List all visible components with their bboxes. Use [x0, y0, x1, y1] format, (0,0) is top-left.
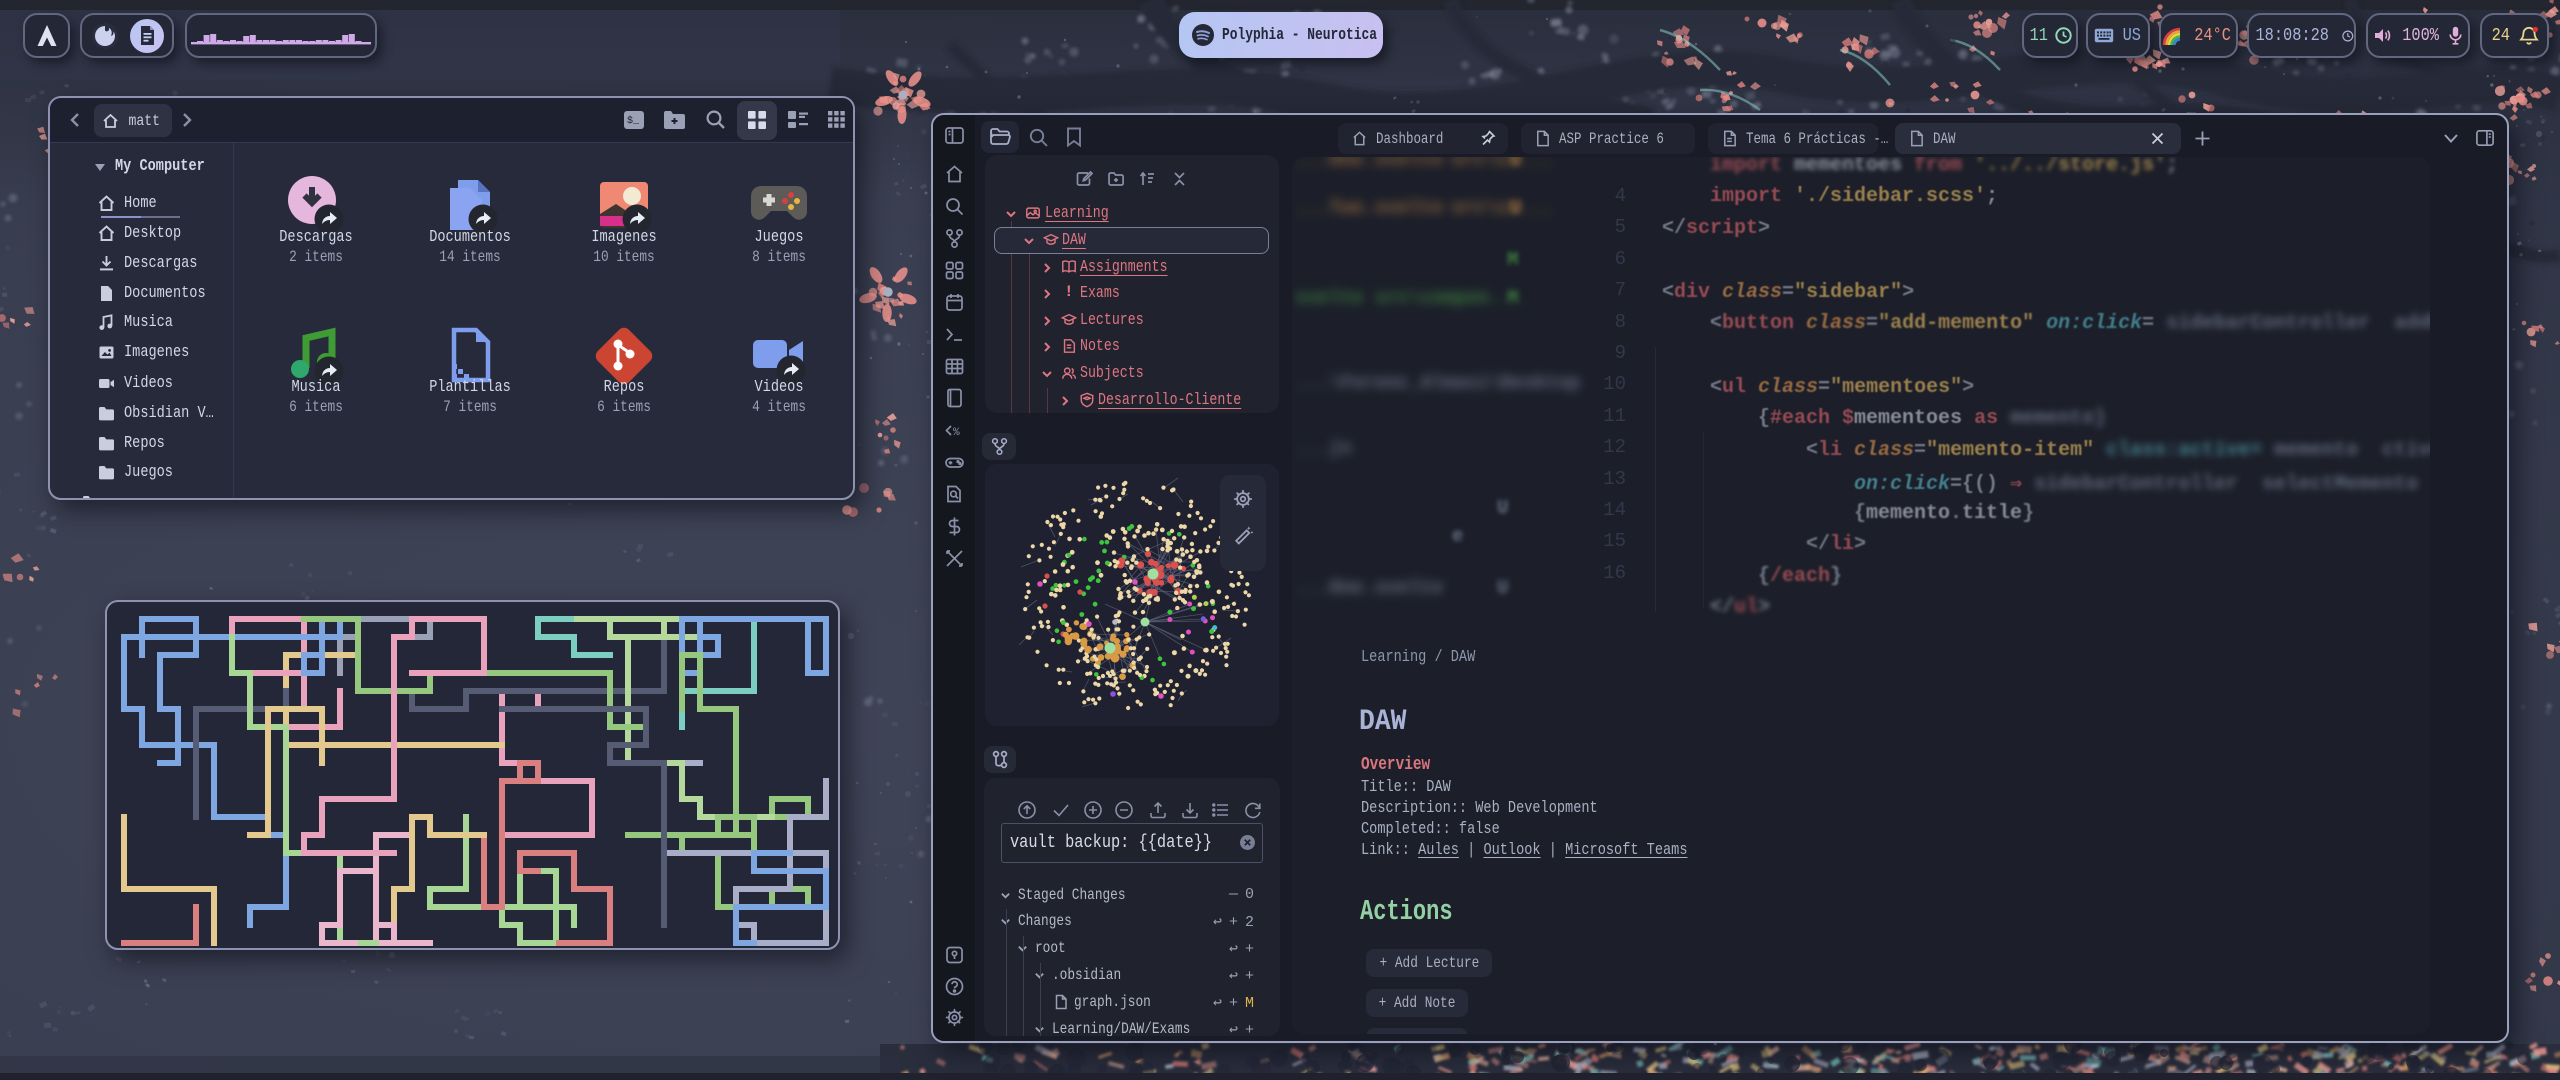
svg-text:%: %	[953, 427, 960, 439]
svg-text:$_: $_	[627, 115, 640, 127]
